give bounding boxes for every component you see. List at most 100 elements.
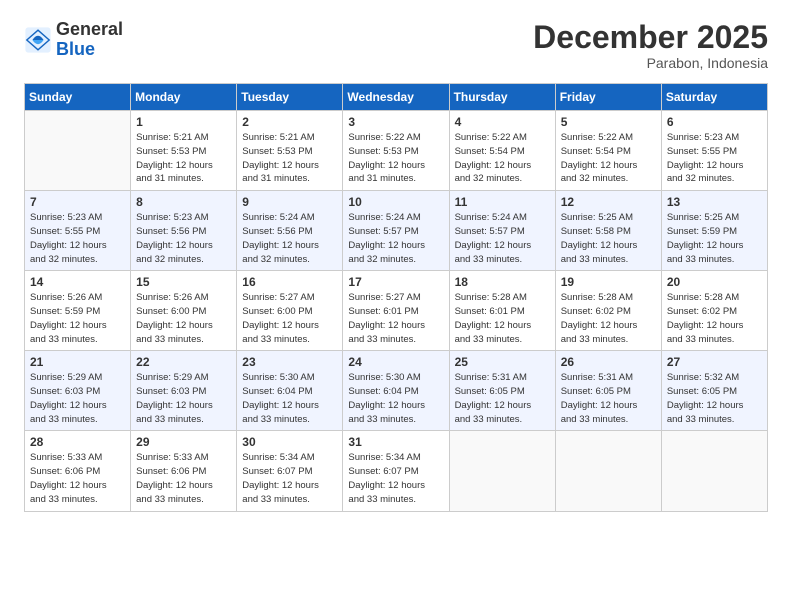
day-number: 15	[136, 275, 231, 289]
day-number: 25	[455, 355, 550, 369]
day-number: 18	[455, 275, 550, 289]
day-info: Sunrise: 5:30 AM Sunset: 6:04 PM Dayligh…	[348, 371, 443, 426]
day-info: Sunrise: 5:32 AM Sunset: 6:05 PM Dayligh…	[667, 371, 762, 426]
calendar-week-row: 1 Sunrise: 5:21 AM Sunset: 5:53 PM Daylig…	[25, 111, 768, 191]
day-number: 26	[561, 355, 656, 369]
calendar-cell: 3Sunrise: 5:22 AM Sunset: 5:53 PM Daylig…	[343, 111, 449, 191]
logo-icon	[24, 26, 52, 54]
day-number: 4	[455, 115, 550, 129]
weekday-header-thursday: Thursday	[449, 84, 555, 111]
calendar-cell: 9 Sunrise: 5:24 AM Sunset: 5:56 PM Daylig…	[237, 191, 343, 271]
day-info: Sunrise: 5:31 AM Sunset: 6:05 PM Dayligh…	[561, 371, 656, 426]
month-title: December 2025	[533, 20, 768, 55]
title-area: December 2025 Parabon, Indonesia	[533, 20, 768, 71]
calendar-cell: 20 Sunrise: 5:28 AM Sunset: 6:02 PM Dayli…	[661, 271, 767, 351]
day-number: 23	[242, 355, 337, 369]
calendar-header-row: SundayMondayTuesdayWednesdayThursdayFrid…	[25, 84, 768, 111]
day-info: Sunrise: 5:24 AM Sunset: 5:56 PM Dayligh…	[242, 211, 337, 266]
weekday-header-saturday: Saturday	[661, 84, 767, 111]
calendar-cell: 5 Sunrise: 5:22 AM Sunset: 5:54 PM Daylig…	[555, 111, 661, 191]
logo-text: General Blue	[56, 20, 123, 60]
weekday-header-wednesday: Wednesday	[343, 84, 449, 111]
weekday-header-tuesday: Tuesday	[237, 84, 343, 111]
calendar-cell: 21 Sunrise: 5:29 AM Sunset: 6:03 PM Dayli…	[25, 351, 131, 431]
logo: General Blue	[24, 20, 123, 60]
calendar-cell: 30Sunrise: 5:34 AM Sunset: 6:07 PM Dayli…	[237, 431, 343, 511]
calendar-cell: 8 Sunrise: 5:23 AM Sunset: 5:56 PM Daylig…	[131, 191, 237, 271]
logo-blue: Blue	[56, 39, 95, 59]
day-info: Sunrise: 5:31 AM Sunset: 6:05 PM Dayligh…	[455, 371, 550, 426]
calendar-cell	[25, 111, 131, 191]
calendar-cell: 23 Sunrise: 5:30 AM Sunset: 6:04 PM Dayli…	[237, 351, 343, 431]
calendar-cell: 4 Sunrise: 5:22 AM Sunset: 5:54 PM Daylig…	[449, 111, 555, 191]
day-number: 27	[667, 355, 762, 369]
day-info: Sunrise: 5:25 AM Sunset: 5:58 PM Dayligh…	[561, 211, 656, 266]
day-info: Sunrise: 5:33 AM Sunset: 6:06 PM Dayligh…	[136, 451, 231, 506]
calendar-cell: 10 Sunrise: 5:24 AM Sunset: 5:57 PM Dayli…	[343, 191, 449, 271]
weekday-header-friday: Friday	[555, 84, 661, 111]
calendar-cell: 31Sunrise: 5:34 AM Sunset: 6:07 PM Dayli…	[343, 431, 449, 511]
calendar-cell: 15 Sunrise: 5:26 AM Sunset: 6:00 PM Dayli…	[131, 271, 237, 351]
calendar-cell: 1 Sunrise: 5:21 AM Sunset: 5:53 PM Daylig…	[131, 111, 237, 191]
day-number: 8	[136, 195, 231, 209]
day-info: Sunrise: 5:28 AM Sunset: 6:02 PM Dayligh…	[667, 291, 762, 346]
calendar-cell: 22Sunrise: 5:29 AM Sunset: 6:03 PM Dayli…	[131, 351, 237, 431]
day-info: Sunrise: 5:33 AM Sunset: 6:06 PM Dayligh…	[30, 451, 125, 506]
calendar-cell	[555, 431, 661, 511]
calendar-cell: 2Sunrise: 5:21 AM Sunset: 5:53 PM Daylig…	[237, 111, 343, 191]
calendar-cell: 7 Sunrise: 5:23 AM Sunset: 5:55 PM Daylig…	[25, 191, 131, 271]
day-info: Sunrise: 5:28 AM Sunset: 6:02 PM Dayligh…	[561, 291, 656, 346]
day-info: Sunrise: 5:21 AM Sunset: 5:53 PM Dayligh…	[136, 131, 231, 186]
day-info: Sunrise: 5:22 AM Sunset: 5:54 PM Dayligh…	[455, 131, 550, 186]
calendar-week-row: 21 Sunrise: 5:29 AM Sunset: 6:03 PM Dayli…	[25, 351, 768, 431]
calendar-cell: 12 Sunrise: 5:25 AM Sunset: 5:58 PM Dayli…	[555, 191, 661, 271]
day-number: 28	[30, 435, 125, 449]
day-number: 1	[136, 115, 231, 129]
weekday-header-sunday: Sunday	[25, 84, 131, 111]
day-number: 6	[667, 115, 762, 129]
day-number: 10	[348, 195, 443, 209]
day-number: 22	[136, 355, 231, 369]
day-number: 5	[561, 115, 656, 129]
day-info: Sunrise: 5:34 AM Sunset: 6:07 PM Dayligh…	[348, 451, 443, 506]
calendar-cell: 18 Sunrise: 5:28 AM Sunset: 6:01 PM Dayli…	[449, 271, 555, 351]
day-info: Sunrise: 5:23 AM Sunset: 5:56 PM Dayligh…	[136, 211, 231, 266]
day-number: 7	[30, 195, 125, 209]
day-number: 20	[667, 275, 762, 289]
calendar: SundayMondayTuesdayWednesdayThursdayFrid…	[24, 83, 768, 511]
day-info: Sunrise: 5:24 AM Sunset: 5:57 PM Dayligh…	[455, 211, 550, 266]
day-number: 9	[242, 195, 337, 209]
day-info: Sunrise: 5:29 AM Sunset: 6:03 PM Dayligh…	[30, 371, 125, 426]
day-number: 12	[561, 195, 656, 209]
day-info: Sunrise: 5:21 AM Sunset: 5:53 PM Dayligh…	[242, 131, 337, 186]
day-info: Sunrise: 5:30 AM Sunset: 6:04 PM Dayligh…	[242, 371, 337, 426]
day-info: Sunrise: 5:23 AM Sunset: 5:55 PM Dayligh…	[667, 131, 762, 186]
calendar-cell: 19 Sunrise: 5:28 AM Sunset: 6:02 PM Dayli…	[555, 271, 661, 351]
day-number: 19	[561, 275, 656, 289]
day-info: Sunrise: 5:26 AM Sunset: 5:59 PM Dayligh…	[30, 291, 125, 346]
day-info: Sunrise: 5:23 AM Sunset: 5:55 PM Dayligh…	[30, 211, 125, 266]
calendar-cell: 11 Sunrise: 5:24 AM Sunset: 5:57 PM Dayli…	[449, 191, 555, 271]
calendar-cell	[449, 431, 555, 511]
location: Parabon, Indonesia	[533, 55, 768, 71]
calendar-cell: 13Sunrise: 5:25 AM Sunset: 5:59 PM Dayli…	[661, 191, 767, 271]
day-number: 30	[242, 435, 337, 449]
day-info: Sunrise: 5:22 AM Sunset: 5:54 PM Dayligh…	[561, 131, 656, 186]
calendar-cell: 26 Sunrise: 5:31 AM Sunset: 6:05 PM Dayli…	[555, 351, 661, 431]
day-number: 21	[30, 355, 125, 369]
day-number: 11	[455, 195, 550, 209]
calendar-cell	[661, 431, 767, 511]
calendar-week-row: 7 Sunrise: 5:23 AM Sunset: 5:55 PM Daylig…	[25, 191, 768, 271]
day-info: Sunrise: 5:24 AM Sunset: 5:57 PM Dayligh…	[348, 211, 443, 266]
day-info: Sunrise: 5:22 AM Sunset: 5:53 PM Dayligh…	[348, 131, 443, 186]
day-info: Sunrise: 5:25 AM Sunset: 5:59 PM Dayligh…	[667, 211, 762, 266]
day-number: 17	[348, 275, 443, 289]
day-info: Sunrise: 5:28 AM Sunset: 6:01 PM Dayligh…	[455, 291, 550, 346]
calendar-cell: 24Sunrise: 5:30 AM Sunset: 6:04 PM Dayli…	[343, 351, 449, 431]
page-header: General Blue December 2025 Parabon, Indo…	[24, 20, 768, 71]
calendar-cell: 27 Sunrise: 5:32 AM Sunset: 6:05 PM Dayli…	[661, 351, 767, 431]
day-info: Sunrise: 5:26 AM Sunset: 6:00 PM Dayligh…	[136, 291, 231, 346]
calendar-cell: 25 Sunrise: 5:31 AM Sunset: 6:05 PM Dayli…	[449, 351, 555, 431]
day-number: 29	[136, 435, 231, 449]
day-info: Sunrise: 5:27 AM Sunset: 6:01 PM Dayligh…	[348, 291, 443, 346]
